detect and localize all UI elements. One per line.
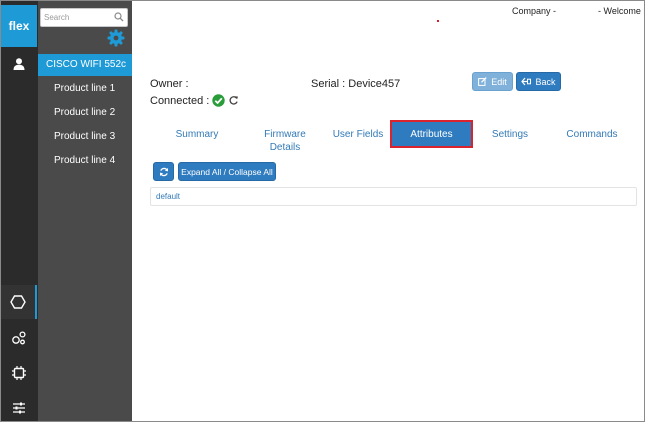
nav-item-product-line-4[interactable]: Product line 4 xyxy=(38,150,132,172)
welcome-label: - Welcome M xyxy=(598,6,644,16)
nodes-icon xyxy=(12,331,26,345)
nav-item-cisco-wifi[interactable]: CISCO WIFI 552c xyxy=(38,54,132,76)
flex-logo[interactable]: flex xyxy=(1,5,37,47)
nav-item-product-line-2[interactable]: Product line 2 xyxy=(38,102,132,124)
attribute-group-default[interactable]: default xyxy=(150,187,637,206)
refresh-icon xyxy=(159,167,168,176)
nav-item-product-line-1[interactable]: Product line 1 xyxy=(38,78,132,100)
rail-user-button[interactable] xyxy=(1,47,37,81)
icon-rail: flex xyxy=(1,1,38,421)
welcome-text: - Welcome xyxy=(598,6,641,16)
tab-firmware-details[interactable]: Firmware Details xyxy=(253,128,317,154)
chip-icon xyxy=(12,366,26,380)
serial-label: Serial : Device457 xyxy=(311,78,401,90)
connected-label: Connected : xyxy=(150,94,210,107)
tab-commands[interactable]: Commands xyxy=(561,128,623,141)
company-label: Company - xyxy=(512,6,557,16)
tab-summary[interactable]: Summary xyxy=(167,128,227,141)
owner-label: Owner : xyxy=(150,78,189,90)
back-button[interactable]: Back xyxy=(516,72,561,91)
search-icon[interactable] xyxy=(114,12,124,22)
device-nav-panel: CISCO WIFI 552c Product line 1 Product l… xyxy=(38,1,132,421)
back-icon xyxy=(521,77,532,86)
tab-attributes[interactable]: Attributes xyxy=(390,120,473,148)
hexagon-icon xyxy=(10,295,26,309)
notification-dot xyxy=(437,20,439,22)
app-window: flex CISCO WIFI 552c Product line 1 Pr xyxy=(0,0,645,422)
refresh-status-icon[interactable] xyxy=(228,95,239,106)
search-input[interactable] xyxy=(41,9,113,26)
back-label: Back xyxy=(535,76,556,87)
sliders-icon xyxy=(13,402,25,414)
edit-icon xyxy=(478,77,487,86)
connected-status: Connected : xyxy=(150,94,239,107)
expand-collapse-button[interactable]: Expand All / Collapse All xyxy=(178,162,276,181)
rail-devices-button[interactable] xyxy=(1,285,37,319)
logo-text: flex xyxy=(8,19,30,33)
nav-item-product-line-3[interactable]: Product line 3 xyxy=(38,126,132,148)
check-circle-icon xyxy=(212,94,226,107)
search-box xyxy=(40,8,128,27)
gear-icon[interactable] xyxy=(107,29,125,47)
user-icon xyxy=(13,58,25,70)
refresh-button[interactable] xyxy=(153,162,174,181)
rail-settings-button[interactable] xyxy=(1,391,37,421)
rail-hardware-button[interactable] xyxy=(1,356,37,390)
edit-label: Edit xyxy=(491,76,507,87)
tab-settings[interactable]: Settings xyxy=(485,128,535,141)
tab-user-fields[interactable]: User Fields xyxy=(328,128,388,141)
rail-network-button[interactable] xyxy=(1,321,37,355)
edit-button[interactable]: Edit xyxy=(472,72,513,91)
